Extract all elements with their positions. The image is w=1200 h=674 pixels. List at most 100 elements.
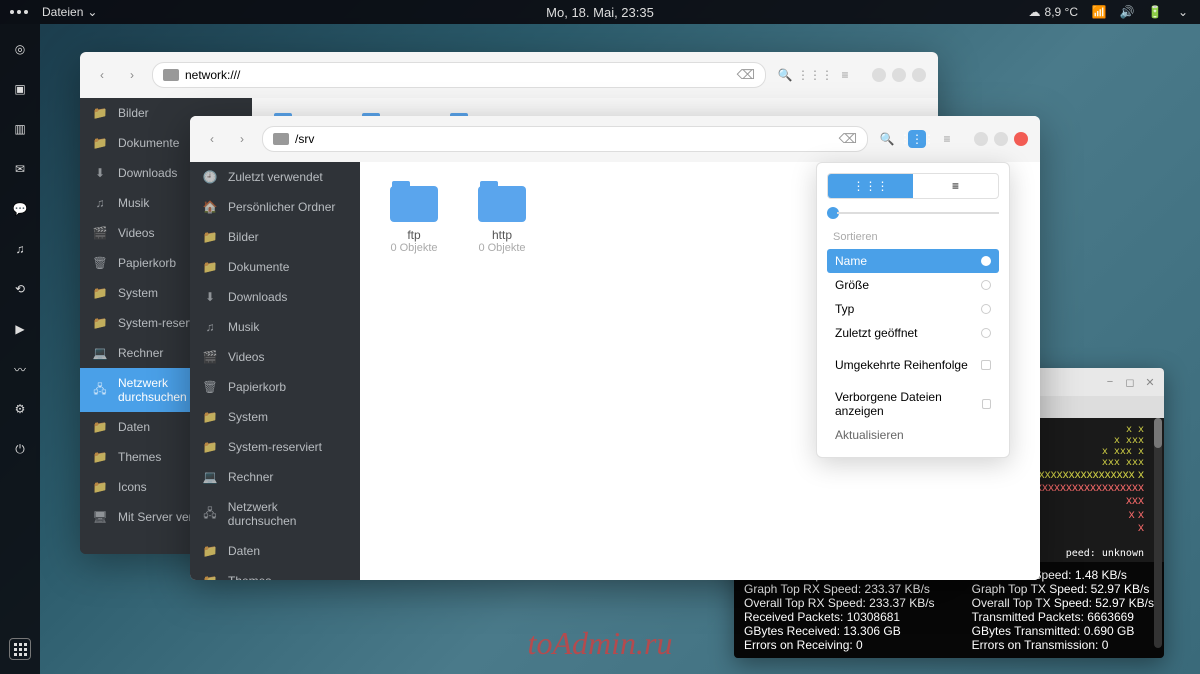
grid-view-button[interactable]: ⋮⋮⋮ (806, 66, 824, 84)
home-icon: 🏠 (202, 200, 218, 214)
sidebar-item-label: Musik (118, 196, 149, 210)
maximize-button[interactable] (892, 68, 906, 82)
folder-item[interactable]: ftp0 Objekte (390, 186, 438, 558)
sidebar-item-label: Dokumente (118, 136, 179, 150)
sidebar-item-downloads[interactable]: ⬇Downloads (190, 282, 360, 312)
sidebar-item-label: Themes (228, 574, 271, 580)
sidebar-item-label: Videos (118, 226, 154, 240)
folder-name: ftp (390, 228, 438, 242)
sidebar-item-system-reserviert[interactable]: 📁System-reserviert (190, 432, 360, 462)
weather-indicator[interactable]: ☁ 8,9 °C (1029, 5, 1078, 19)
menu-button[interactable]: ≡ (836, 66, 854, 84)
sidebar-item-dokumente[interactable]: 📁Dokumente (190, 252, 360, 282)
server-icon: 🖥 (92, 510, 108, 524)
clock[interactable]: Mo, 18. Mai, 23:35 (546, 5, 654, 20)
sort-option-zuletzt geöffnet[interactable]: Zuletzt geöffnet (827, 321, 999, 345)
grid-view-button[interactable]: ⋮⋮⋮ (908, 130, 926, 148)
sort-option-typ[interactable]: Typ (827, 297, 999, 321)
folder-icon (390, 186, 438, 222)
nav-forward-button[interactable]: › (122, 65, 142, 85)
nav-back-button[interactable]: ‹ (92, 65, 112, 85)
dock-app-music[interactable]: ♫ (11, 240, 29, 258)
reverse-order-toggle[interactable]: Umgekehrte Reihenfolge (827, 353, 999, 377)
minimize-button[interactable]: − (1104, 376, 1116, 388)
dock-app-monitor[interactable]: ▥ (11, 120, 29, 138)
address-input[interactable] (185, 68, 731, 82)
sidebar-item-label: Rechner (118, 346, 163, 360)
app-grid-button[interactable] (9, 638, 31, 660)
close-button[interactable] (912, 68, 926, 82)
chevron-down-icon[interactable]: ⌄ (1176, 5, 1190, 19)
dock-app-browser[interactable]: ◎ (11, 40, 29, 58)
sidebar-item-themes[interactable]: 📁Themes (190, 566, 360, 580)
download-icon: ⬇ (92, 166, 108, 180)
computer-icon: 💻 (92, 346, 108, 360)
sidebar-item-persönlicher-ordner[interactable]: 🏠 Persönlicher Ordner (190, 192, 360, 222)
zoom-slider[interactable] (827, 207, 999, 219)
sort-option-größe[interactable]: Größe (827, 273, 999, 297)
sidebar-item-label: Daten (228, 544, 260, 558)
folder-icon: 📁 (202, 230, 218, 244)
maximize-button[interactable] (994, 132, 1008, 146)
nav-forward-button[interactable]: › (232, 129, 252, 149)
sidebar-item-label: Bilder (118, 106, 149, 120)
close-button[interactable] (1014, 132, 1028, 146)
sidebar-item-label: Persönlicher Ordner (228, 200, 335, 214)
search-button[interactable]: 🔍 (878, 130, 896, 148)
address-bar[interactable]: ⌫ (262, 126, 868, 152)
sidebar-item-daten[interactable]: 📁Daten (190, 536, 360, 566)
sort-option-name[interactable]: Name (827, 249, 999, 273)
volume-icon[interactable]: 🔊 (1120, 5, 1134, 19)
sidebar-item-label: Downloads (118, 166, 177, 180)
address-input[interactable] (295, 132, 833, 146)
sidebar-item-netzwerk-durchsuchen[interactable]: 🖧Netzwerk durchsuchen (190, 492, 360, 536)
sidebar-item-zuletzt-verwendet[interactable]: 🕘Zuletzt verwendet (190, 162, 360, 192)
view-list-button[interactable]: ≡ (913, 174, 998, 198)
sidebar-item-label: Papierkorb (228, 380, 286, 394)
dock-app-chat[interactable]: 💬 (11, 200, 29, 218)
dock-app-play[interactable]: ▶ (11, 320, 29, 338)
minimize-button[interactable] (872, 68, 886, 82)
minimize-button[interactable] (974, 132, 988, 146)
dock-app-mail[interactable]: ✉ (11, 160, 29, 178)
scrollbar[interactable] (1154, 418, 1162, 648)
battery-icon[interactable]: 🔋 (1148, 5, 1162, 19)
view-options-popover: ⋮⋮⋮ ≡ Sortieren NameGrößeTypZuletzt geöf… (816, 162, 1010, 458)
activities-dots[interactable] (10, 10, 28, 14)
sidebar-item-system[interactable]: 📁System (190, 402, 360, 432)
folder-item[interactable]: http0 Objekte (478, 186, 526, 558)
nav-back-button[interactable]: ‹ (202, 129, 222, 149)
sidebar-item-videos[interactable]: 🎬Videos (190, 342, 360, 372)
view-icon-button[interactable]: ⋮⋮⋮ (828, 174, 913, 198)
dock: ◎ ▣ ▥ ✉ 💬 ♫ ⟲ ▶ 〰 ⚙ ⏻ (0, 24, 40, 674)
sidebar-item-musik[interactable]: ♫Musik (190, 312, 360, 342)
sidebar-item-label: Themes (118, 450, 161, 464)
dock-app-steam[interactable]: ⟲ (11, 280, 29, 298)
sidebar-item-bilder[interactable]: 📁Bilder (190, 222, 360, 252)
sidebar-item-label: System-reserviert (228, 440, 322, 454)
address-bar[interactable]: ⌫ (152, 62, 766, 88)
sidebar-item-papierkorb[interactable]: 🗑 Papierkorb (190, 372, 360, 402)
search-button[interactable]: 🔍 (776, 66, 794, 84)
dock-app-activity[interactable]: 〰 (11, 360, 29, 378)
clear-icon[interactable]: ⌫ (737, 67, 755, 83)
app-menu[interactable]: Dateien ⌄ (42, 5, 97, 19)
maximize-button[interactable]: ◻ (1124, 376, 1136, 388)
sidebar-item-label: Videos (228, 350, 264, 364)
folder-icon: 📁 (202, 260, 218, 274)
trash-icon: 🗑 (202, 380, 218, 394)
files-window-front: ‹ › ⌫ 🔍 ⋮⋮⋮ ≡ 🕘Zuletzt verwendet 🏠 Persönl… (190, 116, 1040, 580)
dock-app-settings[interactable]: ⚙ (11, 400, 29, 418)
sidebar-item-rechner[interactable]: 💻Rechner (190, 462, 360, 492)
show-hidden-toggle[interactable]: Verborgene Dateien anzeigen (827, 385, 999, 423)
dock-app-power[interactable]: ⏻ (11, 440, 29, 458)
menu-button[interactable]: ≡ (938, 130, 956, 148)
sidebar-item-label: Papierkorb (118, 256, 176, 270)
folder-icon: 📁 (92, 480, 108, 494)
wifi-icon[interactable]: 📶 (1092, 5, 1106, 19)
dock-app-terminal[interactable]: ▣ (11, 80, 29, 98)
clear-icon[interactable]: ⌫ (839, 131, 857, 147)
reload-action[interactable]: Aktualisieren (827, 423, 999, 447)
close-button[interactable]: ✕ (1144, 376, 1156, 388)
sidebar-item-label: Downloads (228, 290, 287, 304)
